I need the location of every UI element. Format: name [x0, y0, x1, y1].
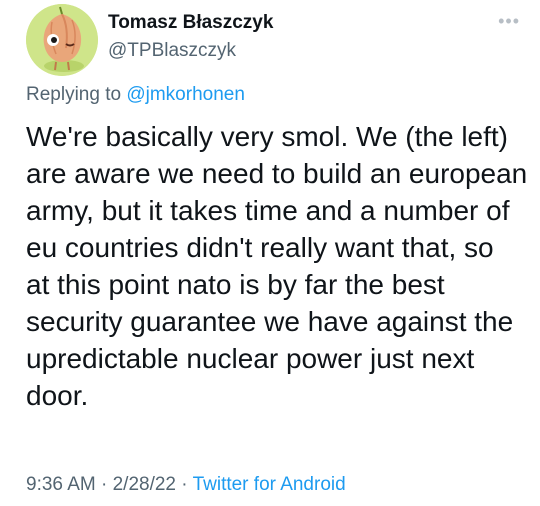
tweet-text-line: upredictable nuclear power just next [26, 343, 475, 374]
tweet-text-line: We're basically very smol. We (the left) [26, 121, 509, 152]
author-name[interactable]: Tomasz Błaszczyk [108, 12, 273, 34]
tweet-text-line: door. [26, 380, 89, 411]
avatar[interactable] [26, 4, 98, 76]
tweet-text-line: eu countries didn't really want that, so [26, 232, 494, 263]
replying-to-prefix: Replying to [26, 84, 127, 105]
tweet-date[interactable]: 2/28/22 [113, 474, 176, 495]
reply-mention-link[interactable]: @jmkorhonen [126, 84, 245, 105]
tweet-meta: 9:36 AM · 2/28/22 · Twitter for Android [26, 474, 346, 496]
tweet-text-line: army, but it takes time and a number of [26, 195, 510, 226]
meta-separator: · [95, 474, 113, 495]
more-options-icon[interactable]: ••• [498, 12, 520, 30]
replying-to: Replying to @jmkorhonen [26, 84, 245, 106]
tweet-source-link[interactable]: Twitter for Android [193, 474, 346, 495]
tweet-card: Tomasz Błaszczyk @TPBlaszczyk ••• Replyi… [0, 0, 540, 506]
meta-separator: · [176, 474, 193, 495]
tweet-text-line: are aware we need to build an european [26, 158, 528, 189]
tweet-text-line: security guarantee we have against the [26, 306, 514, 337]
tweet-time[interactable]: 9:36 AM [26, 474, 96, 495]
tweet-text-line: at this point nato is by far the best [26, 269, 445, 300]
tweet-text: We're basically very smol. We (the left)… [26, 118, 528, 414]
author-handle[interactable]: @TPBlaszczyk [108, 40, 236, 62]
fruit-character-icon [26, 4, 98, 76]
